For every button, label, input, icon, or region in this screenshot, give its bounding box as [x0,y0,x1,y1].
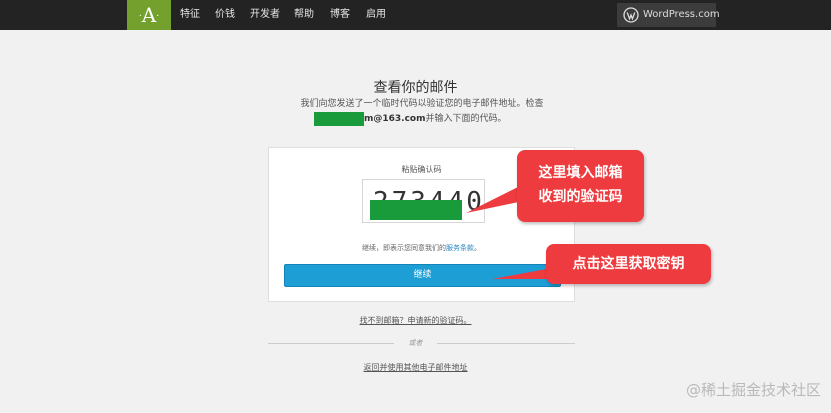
code-callout-line2: 收到的验证码 [538,189,623,205]
code-callout: 这里填入邮箱 收到的验证码 [517,150,644,222]
watermark: @稀土掘金技术社区 [685,381,821,399]
button-callout: 点击这里获取密钥 [546,244,711,284]
code-callout-line1: 这里填入邮箱 [538,165,623,181]
callout-pointers [466,185,558,279]
